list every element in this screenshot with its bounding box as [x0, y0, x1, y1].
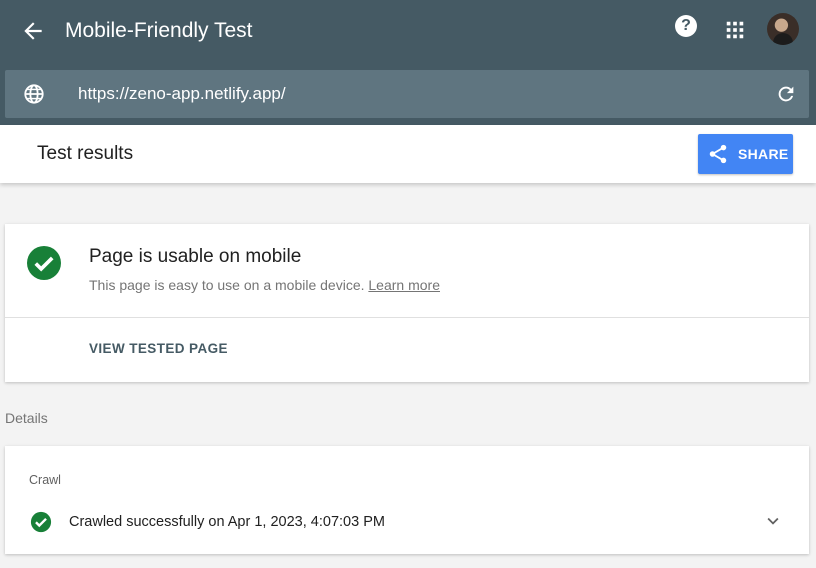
share-label: SHARE [738, 146, 789, 162]
arrow-back-icon [24, 22, 42, 40]
help-icon[interactable]: ? [675, 15, 697, 37]
mobile-usability-card: Page is usable on mobile This page is ea… [5, 224, 809, 382]
share-button[interactable]: SHARE [698, 134, 793, 174]
crawl-status-text: Crawled successfully on Apr 1, 2023, 4:0… [69, 514, 385, 530]
view-tested-page-button[interactable]: VIEW TESTED PAGE [89, 341, 228, 356]
status-title: Page is usable on mobile [89, 246, 302, 267]
check-circle-icon [30, 511, 52, 533]
url-text[interactable]: https://zeno-app.netlify.app/ [78, 84, 286, 104]
app-title: Mobile-Friendly Test [65, 19, 253, 42]
reload-icon [778, 86, 794, 102]
check-circle-icon [27, 246, 61, 280]
reload-button[interactable] [775, 83, 797, 105]
crawl-heading: Crawl [29, 473, 61, 487]
crawl-card: Crawl Crawled successfully on Apr 1, 202… [5, 446, 809, 554]
user-avatar[interactable] [767, 13, 799, 45]
url-bar: https://zeno-app.netlify.app/ [5, 70, 809, 118]
app-header: Mobile-Friendly Test ? https://zeno-app.… [0, 0, 816, 125]
details-label: Details [5, 410, 48, 426]
globe-icon [24, 84, 44, 104]
status-description: This page is easy to use on a mobile dev… [89, 276, 440, 294]
results-header: Test results SHARE [0, 125, 816, 183]
card-divider [5, 317, 809, 318]
status-description-text: This page is easy to use on a mobile dev… [89, 277, 365, 293]
share-icon [709, 144, 727, 164]
learn-more-link[interactable]: Learn more [368, 277, 440, 293]
back-button[interactable] [20, 18, 46, 44]
expand-button[interactable] [762, 510, 784, 532]
apps-grid-icon[interactable] [724, 19, 746, 41]
results-title: Test results [37, 143, 134, 164]
chevron-down-icon [767, 517, 779, 525]
